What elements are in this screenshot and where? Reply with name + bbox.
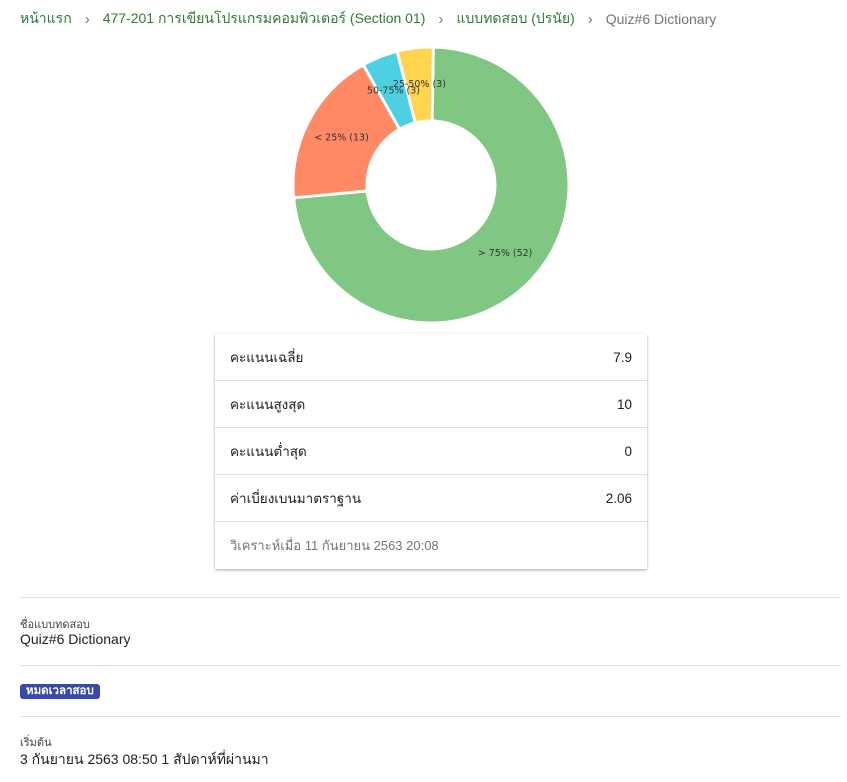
breadcrumb: หน้าแรก › 477-201 การเขียนโปรแกรมคอมพิวเ… <box>20 8 716 30</box>
chevron-right-icon: › <box>84 10 90 28</box>
stat-row-max: คะแนนสูงสุด 10 <box>215 381 647 428</box>
divider <box>20 716 841 717</box>
stat-value: 7.9 <box>613 349 632 365</box>
chevron-right-icon: › <box>587 10 593 28</box>
quiz-name-value: Quiz#6 Dictionary <box>20 631 131 647</box>
score-distribution-chart: > 75% (52) < 25% (13) 50-75% (3) 25-50% (3) <box>290 40 572 330</box>
breadcrumb-home-link[interactable]: หน้าแรก <box>20 8 72 30</box>
chart-data-label: < 25% (13) <box>314 133 369 144</box>
breadcrumb-course-link[interactable]: 477-201 การเขียนโปรแกรมคอมพิวเตอร์ (Sect… <box>103 8 426 30</box>
stat-row-min: คะแนนต่ำสุด 0 <box>215 428 647 475</box>
start-value: 3 กันยายน 2563 08:50 1 สัปดาห์ที่ผ่านมา <box>20 751 269 767</box>
breadcrumb-current: Quiz#6 Dictionary <box>605 11 717 27</box>
chevron-right-icon: › <box>438 10 444 28</box>
divider <box>20 597 841 598</box>
stats-card: คะแนนเฉลี่ย 7.9 คะแนนสูงสุด 10 คะแนนต่ำส… <box>215 334 647 569</box>
stat-value: 10 <box>616 396 632 412</box>
stat-label: คะแนนเฉลี่ย <box>230 350 304 365</box>
analyzed-timestamp: วิเคราะห์เมื่อ 11 กันยายน 2563 20:08 <box>230 537 439 553</box>
divider <box>20 665 841 666</box>
breadcrumb-quiz-type-link[interactable]: แบบทดสอบ (ปรนัย) <box>456 8 574 30</box>
chart-data-label: 25-50% (3) <box>393 79 446 90</box>
stat-row-average: คะแนนเฉลี่ย 7.9 <box>215 334 647 381</box>
stat-value: 2.06 <box>605 490 632 506</box>
stat-label: คะแนนต่ำสุด <box>230 444 307 459</box>
status-badge: หมดเวลาสอบ <box>20 684 100 699</box>
chart-data-label: > 75% (52) <box>478 248 533 259</box>
stat-row-stddev: ค่าเบี่ยงเบนมาตราฐาน 2.06 <box>215 475 647 522</box>
stat-label: คะแนนสูงสุด <box>230 397 306 412</box>
stat-value: 0 <box>624 443 632 459</box>
stat-label: ค่าเบี่ยงเบนมาตราฐาน <box>230 491 362 506</box>
